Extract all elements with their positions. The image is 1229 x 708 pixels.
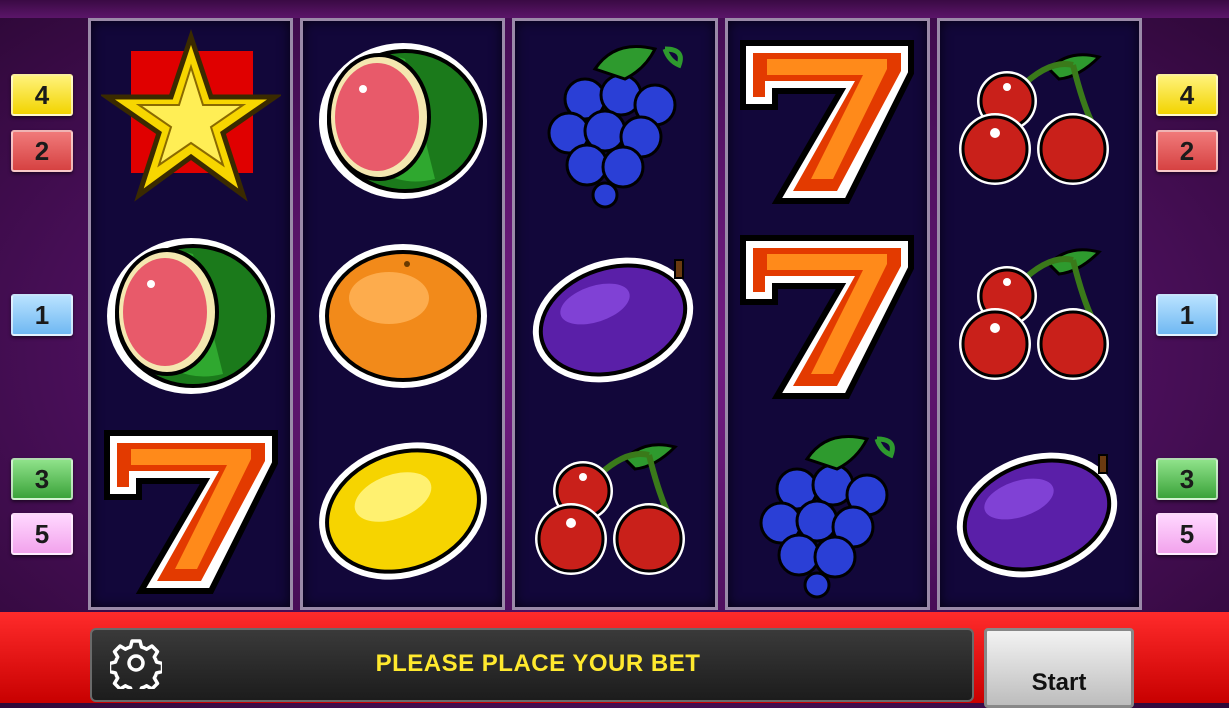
- top-frame: [0, 0, 1229, 18]
- reel-3-symbol-2: [522, 221, 708, 407]
- reel-2-symbol-1: [310, 26, 496, 212]
- reel-2-symbol-3: [310, 416, 496, 602]
- reel-4-symbol-3: [734, 416, 920, 602]
- gear-icon[interactable]: [107, 637, 165, 696]
- reel-1: [88, 18, 294, 610]
- reel-5-symbol-1: [946, 26, 1132, 212]
- reels-area: [88, 18, 1143, 610]
- status-message: PLEASE PLACE YOUR BET: [375, 650, 701, 677]
- reel-4-symbol-1: [734, 26, 920, 212]
- reel-2-symbol-2: [310, 221, 496, 407]
- payline-left-5[interactable]: 5: [11, 513, 73, 555]
- payline-left-2[interactable]: 2: [11, 130, 73, 172]
- payline-right-1[interactable]: 1: [1156, 294, 1218, 336]
- reel-1-symbol-1: [98, 26, 284, 212]
- payline-left-1[interactable]: 1: [11, 294, 73, 336]
- payline-right-4[interactable]: 4: [1156, 74, 1218, 116]
- reel-5-symbol-3: [946, 416, 1132, 602]
- payline-right-2[interactable]: 2: [1156, 130, 1218, 172]
- reel-1-symbol-3: [98, 416, 284, 602]
- payline-right-5[interactable]: 5: [1156, 513, 1218, 555]
- reel-3: [512, 18, 718, 610]
- reel-3-symbol-1: [522, 26, 708, 212]
- reel-5-symbol-2: [946, 221, 1132, 407]
- reel-5: [936, 18, 1143, 610]
- start-button[interactable]: Start: [984, 628, 1134, 708]
- payline-left-3[interactable]: 3: [11, 458, 73, 500]
- reel-1-symbol-2: [98, 221, 284, 407]
- reel-4-symbol-2: [734, 221, 920, 407]
- payline-left-4[interactable]: 4: [11, 74, 73, 116]
- reel-3-symbol-3: [522, 416, 708, 602]
- payline-right-3[interactable]: 3: [1156, 458, 1218, 500]
- reel-4: [724, 18, 930, 610]
- reel-2: [300, 18, 506, 610]
